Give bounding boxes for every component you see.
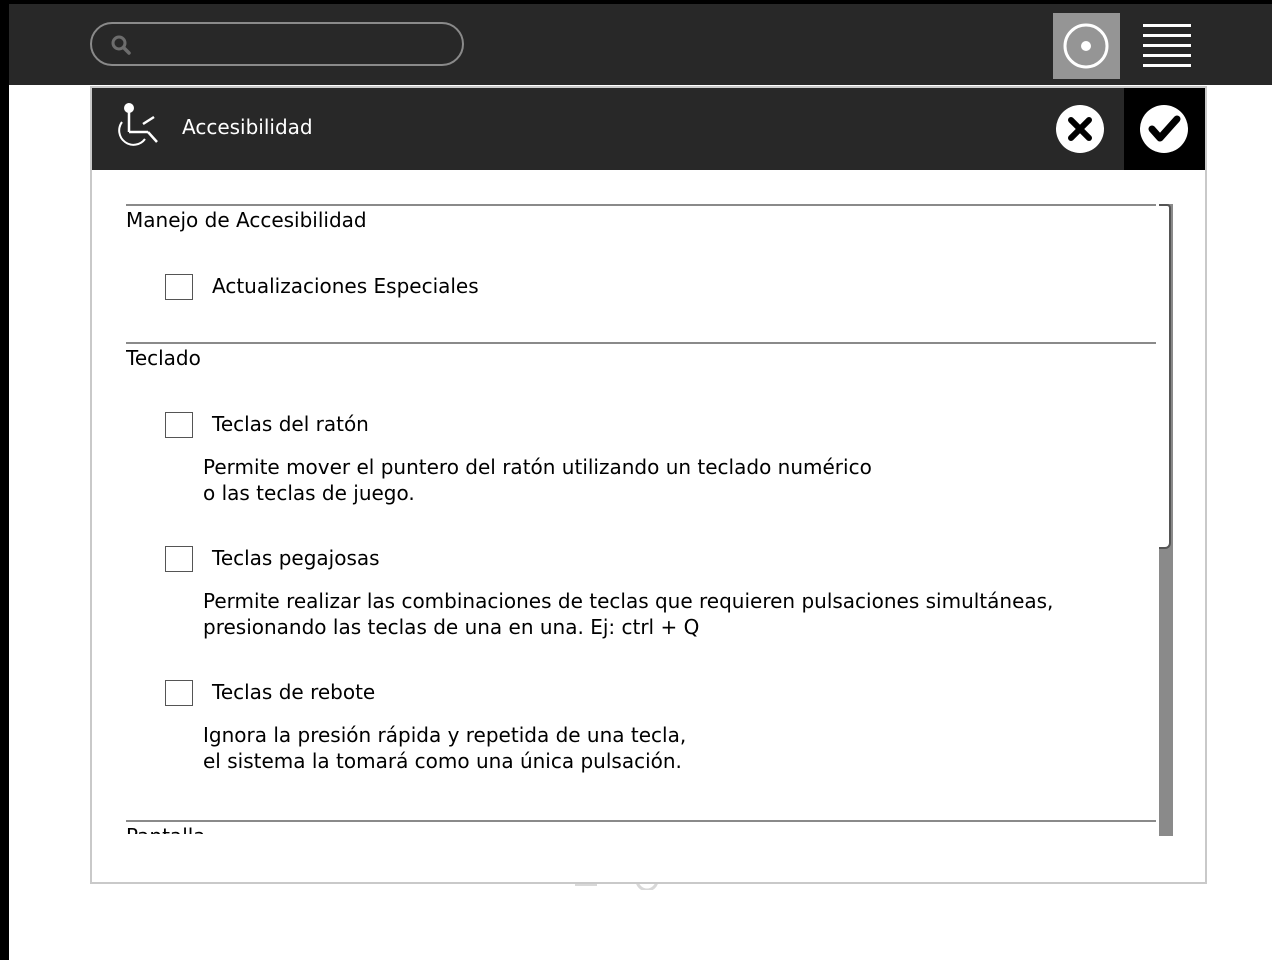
checkbox[interactable] xyxy=(165,680,193,706)
section-title: Teclado xyxy=(126,346,201,370)
section-title: Manejo de Accesibilidad xyxy=(126,208,367,232)
option-description: Permite realizar las combinaciones de te… xyxy=(203,588,1053,640)
check-circle-icon xyxy=(1140,105,1188,153)
hamburger-menu-icon xyxy=(1143,24,1191,67)
description-line: Permite realizar las combinaciones de te… xyxy=(203,589,1054,613)
option-label: Actualizaciones Especiales xyxy=(212,274,479,298)
settings-list: Manejo de Accesibilidad Actualizaciones … xyxy=(126,204,1160,834)
option-label: Teclas pegajosas xyxy=(212,546,380,570)
accessibility-dialog: Accesibilidad Manejo de Accesibilidad Ac… xyxy=(90,86,1207,884)
wheelchair-accessibility-icon xyxy=(118,103,158,146)
scrollbar[interactable] xyxy=(1159,204,1173,836)
search-icon xyxy=(111,35,131,55)
description-line: Permite mover el puntero del ratón utili… xyxy=(203,455,872,479)
description-line: el sistema la tomará como una única puls… xyxy=(203,749,682,773)
option-label: Teclas del ratón xyxy=(212,412,369,436)
accept-button[interactable] xyxy=(1124,88,1205,170)
close-circle-icon xyxy=(1056,105,1104,153)
search-input[interactable] xyxy=(140,30,454,60)
description-line: presionando las teclas de una en una. Ej… xyxy=(203,615,700,639)
menu-button[interactable] xyxy=(1135,13,1201,79)
section-divider xyxy=(126,204,1156,206)
dialog-header: Accesibilidad xyxy=(92,88,1205,170)
circle-dot-icon xyxy=(1063,23,1109,69)
section-title: Pantalla xyxy=(126,824,206,834)
dialog-title: Accesibilidad xyxy=(182,115,313,139)
description-line: Ignora la presión rápida y repetida de u… xyxy=(203,723,687,747)
section-divider xyxy=(126,342,1156,344)
search-box[interactable] xyxy=(90,22,464,66)
scrollbar-thumb[interactable] xyxy=(1159,204,1171,549)
checkbox[interactable] xyxy=(165,546,193,572)
option-description: Ignora la presión rápida y repetida de u… xyxy=(203,722,686,774)
frame-button[interactable] xyxy=(1053,13,1120,79)
option-label: Teclas de rebote xyxy=(212,680,376,704)
checkbox[interactable] xyxy=(165,412,193,438)
section-divider xyxy=(126,820,1156,822)
cancel-button[interactable] xyxy=(1050,101,1110,157)
description-line: o las teclas de juego. xyxy=(203,481,415,505)
checkbox[interactable] xyxy=(165,274,193,300)
option-description: Permite mover el puntero del ratón utili… xyxy=(203,454,872,506)
top-toolbar xyxy=(9,0,1272,85)
